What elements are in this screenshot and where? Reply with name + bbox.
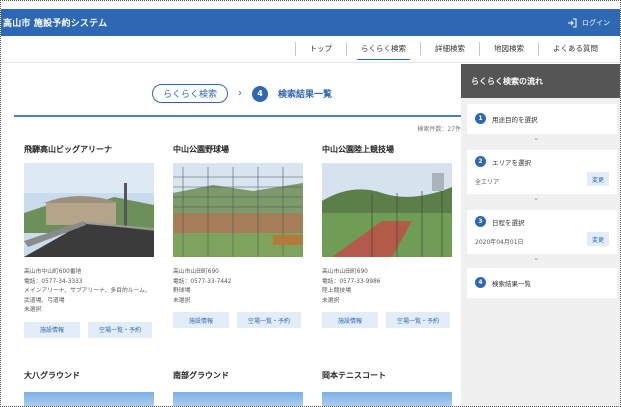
facility-info-button[interactable]: 施設情報 [173,312,229,328]
facility-detail: 野球場 [173,288,191,294]
step-number: 3 [475,216,486,227]
facility-photo [173,163,303,257]
divider [14,115,461,117]
facility-card: 南部グラウンド [173,370,303,406]
app-header: 高山市 施設予約システム ログイン [1,9,620,36]
facility-address: 高山市山田町690 [173,269,219,275]
facility-photo [173,392,303,406]
flow-step: 4 検索結果一覧 [467,268,617,298]
chevron-down-icon: ⌄ [533,254,539,262]
facility-name[interactable]: 飛騨高山ビッグアリーナ [24,144,154,155]
facility-photo [322,392,452,406]
facility-photo [322,163,452,257]
facility-info-button[interactable]: 施設情報 [322,312,378,328]
vacancy-reserve-button[interactable]: 空場一覧・予約 [386,312,450,328]
facility-card: 大八グラウンド [24,370,154,406]
nav-top[interactable]: トップ [294,42,347,56]
login-icon [568,18,577,27]
facility-info: 高山市山田町690 電話：0577-33-9986 陸上競技場 未選択 [322,268,452,306]
facility-photo [24,392,154,406]
vacancy-reserve-button[interactable]: 空場一覧・予約 [88,321,152,338]
facility-info: 高山市山田町690 電話：0577-33-7442 野球場 未選択 [173,268,303,306]
facility-info-button[interactable]: 施設情報 [24,321,80,338]
login-label: ログイン [582,18,610,27]
search-flow-sidebar: らくらく検索の流れ 1 用途目的を選択 ⌄ 2 エリアを選択 全エリア 変更 ⌄… [461,64,620,407]
facility-info: 高山市中山町600番地 電話：0577-34-3333 メインアリーナ、サブアリ… [24,268,154,316]
step-number: 1 [475,113,486,124]
app-title: 高山市 施設予約システム [3,19,108,29]
facility-detail: 陸上競技場 [322,288,351,294]
step-label: 用途目的を選択 [492,115,538,124]
facility-phone: 電話：0577-34-3333 [24,278,83,285]
nav-detail-search[interactable]: 詳細検索 [420,42,479,56]
nav-faq[interactable]: よくある質問 [538,42,612,56]
facility-phone: 電話：0577-33-7442 [173,278,232,285]
step-number: 4 [252,85,269,102]
selected-area: 全エリア [475,179,500,186]
facility-card: 中山公園野球場 高山市山田町690 電話：0577-33-7442 野球場 未選… [173,144,303,328]
result-count: 検索件数：27件 [417,126,461,133]
step-number: 4 [475,277,486,288]
flow-step: 1 用途目的を選択 [467,104,617,134]
facility-name[interactable]: 中山公園陸上競技場 [322,144,452,155]
nav-easy-search[interactable]: らくらく検索 [346,42,420,60]
login-button[interactable]: ログイン [567,18,610,28]
facility-detail: メインアリーナ、サブアリーナ、多目的ルーム、武道場、弓道場 [24,288,151,304]
step-label: エリアを選択 [492,158,531,167]
page-title: 検索結果一覧 [278,90,333,100]
facility-status: 未選択 [173,297,191,304]
facility-card: 飛騨高山ビッグアリーナ 高山市中山町600番地 電話：0577-34-3333 [24,144,154,338]
facility-status: 未選択 [24,307,42,313]
easy-search-pill[interactable]: らくらく検索 [152,84,229,103]
step-header: らくらく検索 › 4 検索結果一覧 [152,84,332,103]
main-content: らくらく検索 › 4 検索結果一覧 検索件数：27件 飛騨高山ビッグアリーナ 高… [14,64,461,407]
facility-name[interactable]: 中山公園野球場 [173,144,303,155]
change-date-button[interactable]: 変更 [587,232,609,246]
selected-date: 2020年04月01日 [475,239,524,246]
facility-name[interactable]: 南部グラウンド [173,370,303,381]
change-area-button[interactable]: 変更 [587,172,609,186]
facility-card: 中山公園陸上競技場 高山市山田町690 電話：0577-33-9986 陸上競技… [322,144,452,328]
step-label: 検索結果一覧 [492,279,531,288]
main-nav: トップ らくらく検索 詳細検索 地図検索 よくある質問 [1,36,620,63]
chevron-down-icon: ⌄ [533,134,539,142]
facility-name[interactable]: 大八グラウンド [24,370,154,381]
nav-map-search[interactable]: 地図検索 [479,42,538,56]
sidebar-title: らくらく検索の流れ [461,64,620,98]
facility-card: 岡本テニスコート [322,370,452,406]
arrow-right-icon: › [238,88,243,99]
facility-phone: 電話：0577-33-9986 [322,278,381,285]
facility-name[interactable]: 岡本テニスコート [322,370,452,381]
facility-address: 高山市中山町600番地 [24,269,82,275]
flow-step: 2 エリアを選択 全エリア 変更 [467,150,617,194]
facility-status: 未選択 [322,297,340,304]
flow-step: 3 日程を選択 2020年04月01日 変更 [467,210,617,254]
vacancy-reserve-button[interactable]: 空場一覧・予約 [237,312,301,328]
step-number: 2 [475,156,486,167]
chevron-down-icon: ⌄ [533,194,539,202]
facility-photo [24,163,154,257]
step-label: 日程を選択 [492,218,525,227]
facility-address: 高山市山田町690 [322,269,368,275]
